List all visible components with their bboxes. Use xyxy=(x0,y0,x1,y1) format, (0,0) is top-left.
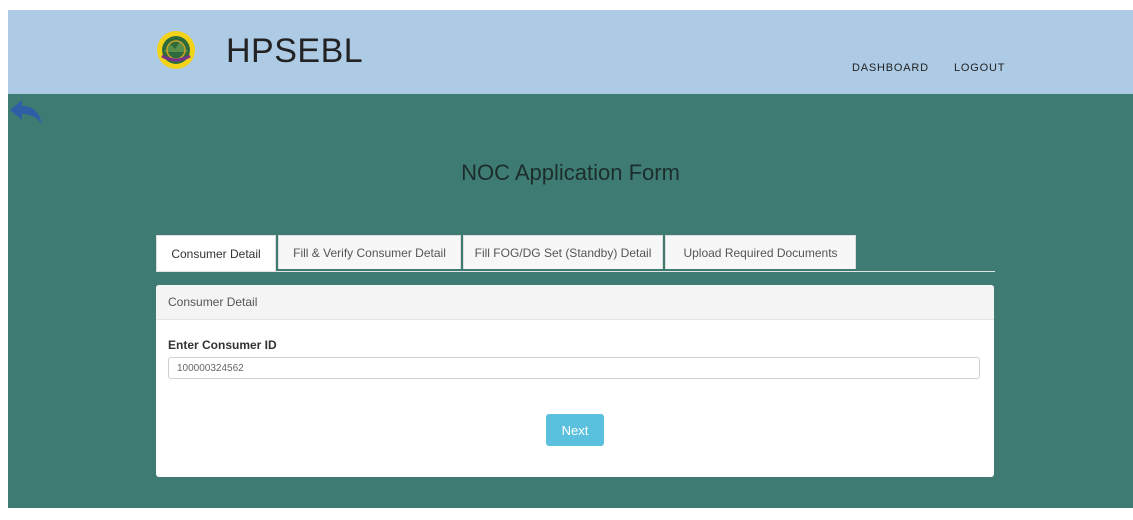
brand-name: HPSEBL xyxy=(226,32,364,70)
nav-dashboard-link[interactable]: DASHBOARD xyxy=(852,62,929,74)
tab-consumer-detail[interactable]: Consumer Detail xyxy=(156,235,276,271)
panel-heading: Consumer Detail xyxy=(156,285,994,320)
next-button[interactable]: Next xyxy=(546,414,604,446)
app-frame: HPSEBL DASHBOARD LOGOUT NOC Application … xyxy=(8,10,1133,508)
consumer-detail-panel: Consumer Detail Enter Consumer ID Next xyxy=(156,285,994,477)
hpsebl-logo xyxy=(157,31,195,69)
nav-logout-link[interactable]: LOGOUT xyxy=(954,62,1005,74)
tab-upload-required-documents[interactable]: Upload Required Documents xyxy=(665,235,856,269)
page-title: NOC Application Form xyxy=(461,160,680,185)
top-header: HPSEBL DASHBOARD LOGOUT xyxy=(8,10,1133,94)
consumer-id-label: Enter Consumer ID xyxy=(168,338,277,352)
tab-fill-verify-consumer-detail[interactable]: Fill & Verify Consumer Detail xyxy=(278,235,461,269)
tab-bar: Consumer Detail Fill & Verify Consumer D… xyxy=(156,235,995,272)
back-arrow-icon[interactable] xyxy=(8,98,46,130)
consumer-id-input[interactable] xyxy=(168,357,980,379)
tab-fill-fog-dg-set-detail[interactable]: Fill FOG/DG Set (Standby) Detail xyxy=(463,235,663,269)
